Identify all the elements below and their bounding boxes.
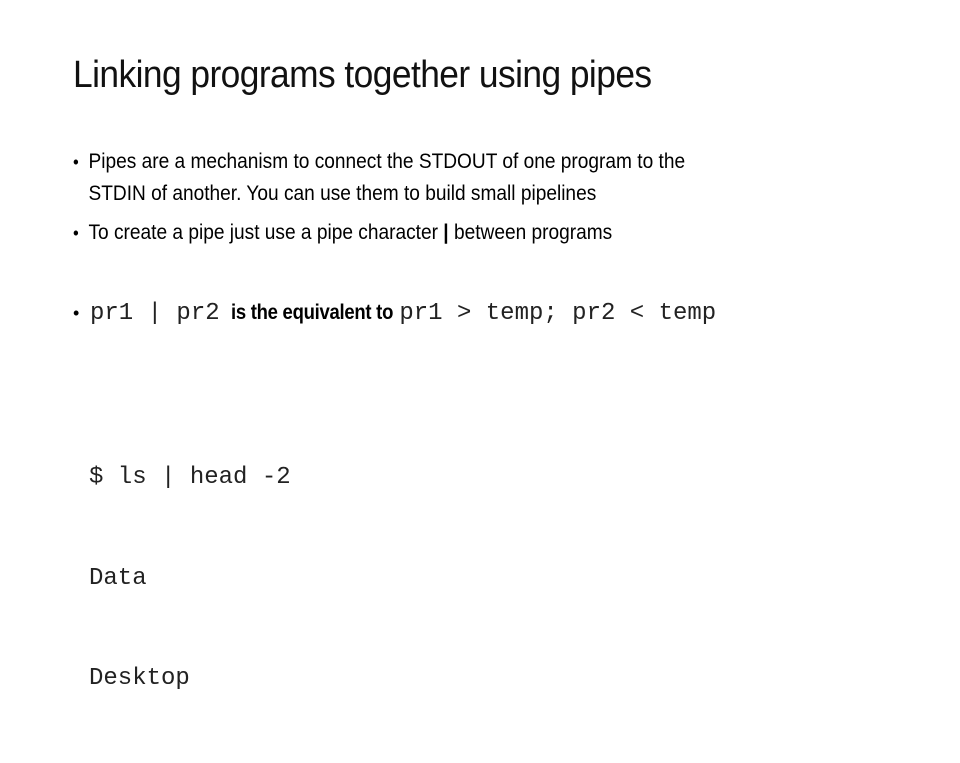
output-line: Data: [89, 564, 147, 592]
bullet-text-line2: STDIN of another. You can use them to bu…: [88, 182, 597, 205]
bullet-text-line1: Pipes are a mechanism to connect the STD…: [88, 150, 686, 173]
code-redirect-example: pr1 > temp; pr2 < temp: [399, 300, 717, 327]
command-line: $ ls | head -2: [89, 464, 291, 491]
bullet-create-pipe: • To create a pipe just use a pipe charac…: [73, 217, 612, 249]
bullet-marker: •: [73, 223, 79, 243]
slide-title: Linking programs together using pipes: [73, 54, 652, 96]
equivalence-text: is the equivalent to: [231, 301, 394, 324]
bullet-pipes-definition: • Pipes are a mechanism to connect the ST…: [73, 146, 892, 209]
bullet-text-after: between programs: [448, 221, 613, 244]
bullet-marker: •: [73, 152, 79, 172]
terminal-example: $ ls | head -2 Data Desktop: [89, 394, 291, 763]
code-pipe-example: pr1 | pr2: [90, 300, 220, 327]
bullet-marker: •: [73, 303, 80, 323]
bullet-text-before: To create a pipe just use a pipe charact…: [88, 221, 444, 244]
bullet-equivalence: • pr1 | pr2 is the equivalent to pr1 > te…: [73, 297, 716, 329]
slide: Linking programs together using pipes • P…: [0, 0, 960, 692]
output-line: Desktop: [89, 665, 190, 692]
